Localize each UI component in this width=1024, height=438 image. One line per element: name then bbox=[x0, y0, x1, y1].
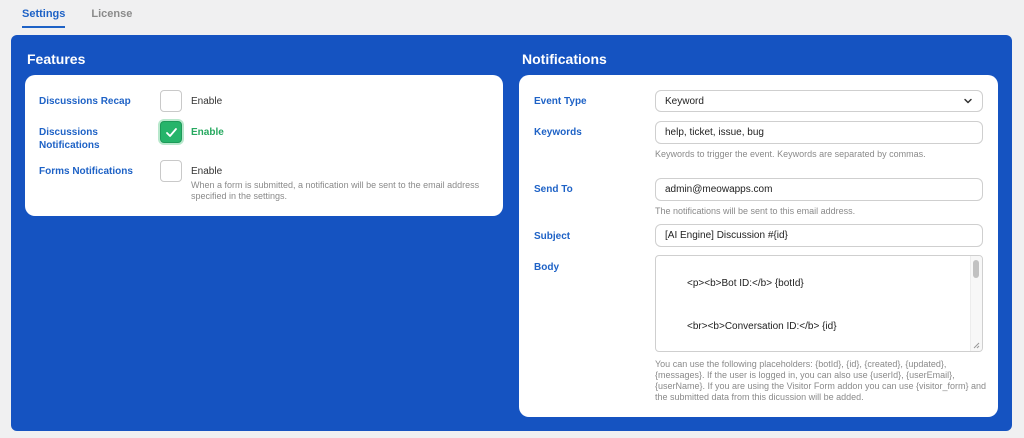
features-title: Features bbox=[27, 51, 86, 67]
event-type-select[interactable]: Keyword bbox=[655, 90, 983, 112]
body-line: <br><b>Conversation ID:</b> {id} bbox=[687, 321, 837, 332]
notifications-title: Notifications bbox=[522, 51, 607, 67]
tab-settings[interactable]: Settings bbox=[22, 0, 66, 28]
body-help: You can use the following placeholders: … bbox=[655, 359, 987, 402]
send-to-help: The notifications will be sent to this e… bbox=[655, 206, 856, 216]
subject-value: [AI Engine] Discussion #{id} bbox=[665, 230, 788, 241]
discussions-recap-enable-label: Enable bbox=[191, 96, 223, 107]
subject-label: Subject bbox=[534, 231, 571, 242]
settings-panel: Features Notifications Discussions Recap… bbox=[11, 35, 1012, 431]
keywords-input[interactable]: help, ticket, issue, bug bbox=[655, 121, 983, 144]
discussions-recap-checkbox[interactable] bbox=[160, 90, 182, 112]
tab-license[interactable]: License bbox=[91, 0, 132, 34]
body-scrollbar[interactable] bbox=[970, 256, 982, 351]
keywords-value: help, ticket, issue, bug bbox=[665, 127, 764, 138]
event-type-label: Event Type bbox=[534, 96, 587, 107]
body-textarea[interactable]: <p><b>Bot ID:</b> {botId} <br><b>Convers… bbox=[655, 255, 983, 352]
forms-notifications-checkbox[interactable] bbox=[160, 160, 182, 182]
notifications-card: Event Type Keyword Keywords help, ticket… bbox=[519, 75, 998, 417]
event-type-value: Keyword bbox=[665, 95, 704, 107]
send-to-value: admin@meowapps.com bbox=[665, 184, 773, 195]
send-to-label: Send To bbox=[534, 184, 573, 195]
body-line: <p><b>Bot ID:</b> {botId} bbox=[687, 278, 804, 289]
body-scrollbar-thumb[interactable] bbox=[973, 260, 979, 278]
discussions-recap-label: Discussions Recap bbox=[39, 96, 131, 107]
send-to-input[interactable]: admin@meowapps.com bbox=[655, 178, 983, 201]
discussions-notifications-enable-label: Enable bbox=[191, 127, 224, 138]
tab-bar: Settings License bbox=[22, 0, 158, 34]
discussions-notifications-checkbox[interactable] bbox=[160, 121, 182, 143]
chevron-down-icon bbox=[964, 98, 972, 104]
subject-input[interactable]: [AI Engine] Discussion #{id} bbox=[655, 224, 983, 247]
keywords-label: Keywords bbox=[534, 127, 582, 138]
features-card: Discussions Recap Enable Discussions Not… bbox=[25, 75, 503, 216]
resize-handle-icon[interactable] bbox=[972, 341, 980, 349]
forms-notifications-label: Forms Notifications bbox=[39, 166, 133, 177]
body-label: Body bbox=[534, 262, 559, 273]
keywords-help: Keywords to trigger the event. Keywords … bbox=[655, 149, 926, 159]
discussions-notifications-label: Discussions Notifications bbox=[39, 127, 100, 151]
checkmark-icon bbox=[166, 128, 177, 137]
forms-notifications-enable-label: Enable bbox=[191, 166, 223, 177]
forms-notifications-help: When a form is submitted, a notification… bbox=[191, 180, 480, 201]
